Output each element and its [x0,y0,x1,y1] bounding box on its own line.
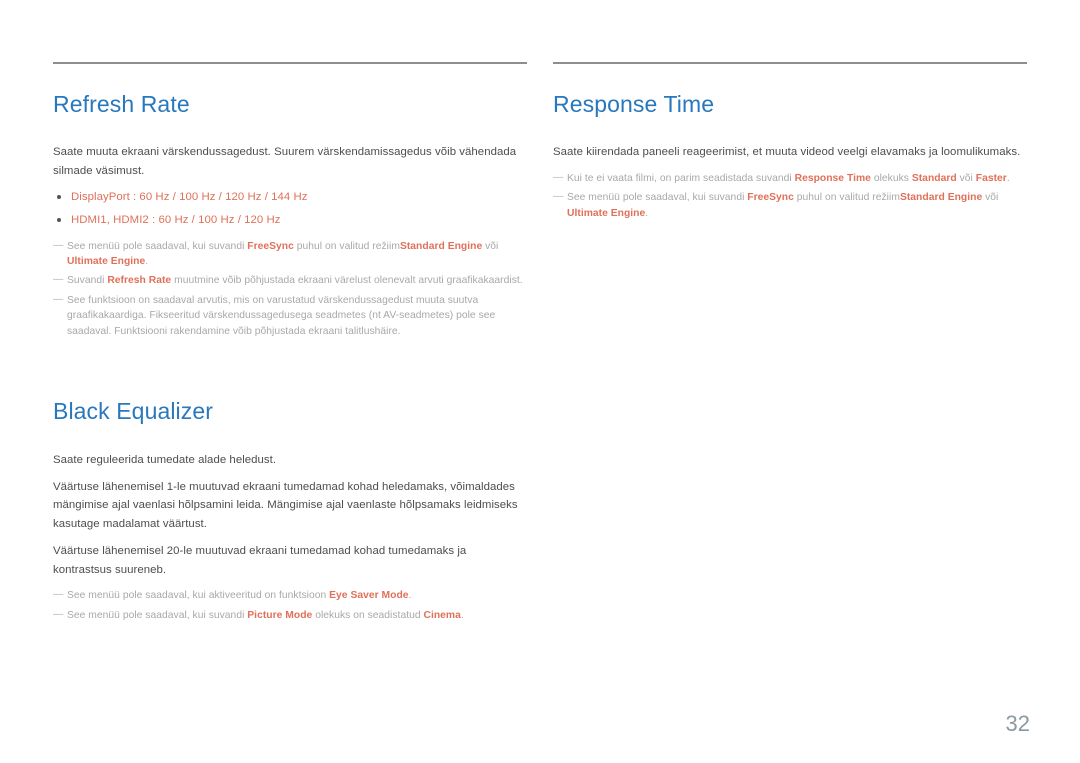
note-text-run: olekuks on seadistatud [312,609,424,621]
response-time-notes: ― Kui te ei vaata filmi, on parim seadist… [553,171,1027,221]
note-highlight-term: Standard Engine [399,240,483,252]
document-page: Refresh Rate Saate muuta ekraani värsken… [0,0,1080,763]
right-column: Response Time Saate kiirendada paneeli r… [553,62,1027,627]
section-black-equalizer: Black Equalizer Saate reguleerida tumeda… [53,398,527,623]
note-dash-icon: ― [53,589,64,601]
note-text-run: . [460,609,464,621]
note-text-run: muutmine võib põhjustada ekraani värelus… [171,275,523,287]
black-equalizer-paragraph-2: Väärtuse lähenemisel 1-le muutuvad ekraa… [53,481,518,530]
note-highlight-term: Picture Mode [247,609,313,621]
note-dash-icon: ― [53,239,64,251]
note-line: ― See menüü pole saadaval, kui suvandi Fr… [553,190,1027,221]
note-line: ― See funktsioon on saadaval arvutis, mis… [53,293,527,339]
note-text-run: puhul on valitud režiim [793,192,900,204]
note-text-run: See funktsioon on saadaval arvutis, mis … [67,294,496,337]
section-rule-right [553,62,1027,64]
note-dash-icon: ― [53,274,64,286]
note-line: ― See menüü pole saadaval, kui aktiveerit… [53,588,527,603]
note-dash-icon: ― [553,171,564,183]
note-text-run: See menüü pole saadaval, kui suvandi [67,609,248,621]
note-highlight-term: Ultimate Engine [67,256,146,268]
note-highlight-term: Eye Saver Mode [329,590,409,602]
note-text-run: Suvandi [67,275,108,287]
page-title-refresh-rate: Refresh Rate [53,91,190,117]
list-item: DisplayPort : 60 Hz / 100 Hz / 120 Hz / … [53,189,527,205]
note-line: ― See menüü pole saadaval, kui suvandi Fr… [53,239,527,270]
note-text-run: olekuks [870,172,912,184]
note-dash-icon: ― [53,608,64,620]
black-equalizer-notes: ― See menüü pole saadaval, kui aktiveerit… [53,588,527,623]
page-title-black-equalizer: Black Equalizer [53,398,214,425]
note-dash-icon: ― [553,191,564,203]
note-highlight-term: Refresh Rate [107,275,172,287]
refresh-rate-intro-paragraph: Saate muuta ekraani värskendussagedust. … [53,146,517,177]
note-highlight-term: Response Time [794,172,871,184]
left-column: Refresh Rate Saate muuta ekraani värsken… [53,62,527,627]
note-highlight-term: FreeSync [747,192,794,204]
page-title-response-time: Response Time [553,91,715,117]
section-rule-left [53,62,527,64]
note-text-run: See menüü pole saadaval, kui suvandi [567,192,748,204]
black-equalizer-paragraph-3: Väärtuse lähenemisel 20-le muutuvad ekra… [53,545,467,576]
note-text-run: . [1006,172,1010,184]
note-line: ― See menüü pole saadaval, kui suvandi Pi… [53,608,527,623]
note-highlight-term: Faster [975,172,1007,184]
note-text-run: või [982,192,999,204]
note-highlight-term: Standard Engine [899,192,983,204]
note-line: ― Suvandi Refresh Rate muutmine võib põhj… [53,273,527,288]
refresh-rate-bullet-list: DisplayPort : 60 Hz / 100 Hz / 120 Hz / … [53,189,527,228]
page-number: 32 [1005,711,1030,736]
section-refresh-rate: Refresh Rate Saate muuta ekraani värsken… [53,91,527,340]
section-response-time: Response Time Saate kiirendada paneeli r… [553,91,1027,221]
note-highlight-term: Standard [911,172,957,184]
black-equalizer-paragraph-1: Saate reguleerida tumedate alade heledus… [53,453,277,466]
response-time-intro-paragraph: Saate kiirendada paneeli reageerimist, e… [553,146,1021,159]
note-dash-icon: ― [53,293,64,305]
note-text-run: See menüü pole saadaval, kui aktiveeritu… [67,590,330,602]
note-text-run: See menüü pole saadaval, kui suvandi [67,240,248,252]
two-column-layout: Refresh Rate Saate muuta ekraani värsken… [53,62,1027,627]
note-text-run: või [956,172,976,184]
note-text-run: . [645,207,649,219]
note-text-run: puhul on valitud režiim [293,240,400,252]
list-item: HDMI1, HDMI2 : 60 Hz / 100 Hz / 120 Hz [53,212,527,228]
note-line: ― Kui te ei vaata filmi, on parim seadist… [553,171,1027,186]
note-highlight-term: Cinema [423,609,461,621]
note-text-run: . [408,590,412,602]
note-highlight-term: Ultimate Engine [567,207,646,219]
note-text-run: või [482,240,499,252]
refresh-rate-notes: ― See menüü pole saadaval, kui suvandi Fr… [53,239,527,340]
note-text-run: Kui te ei vaata filmi, on parim seadista… [567,172,795,184]
note-highlight-term: FreeSync [247,240,294,252]
note-text-run: . [145,256,149,268]
